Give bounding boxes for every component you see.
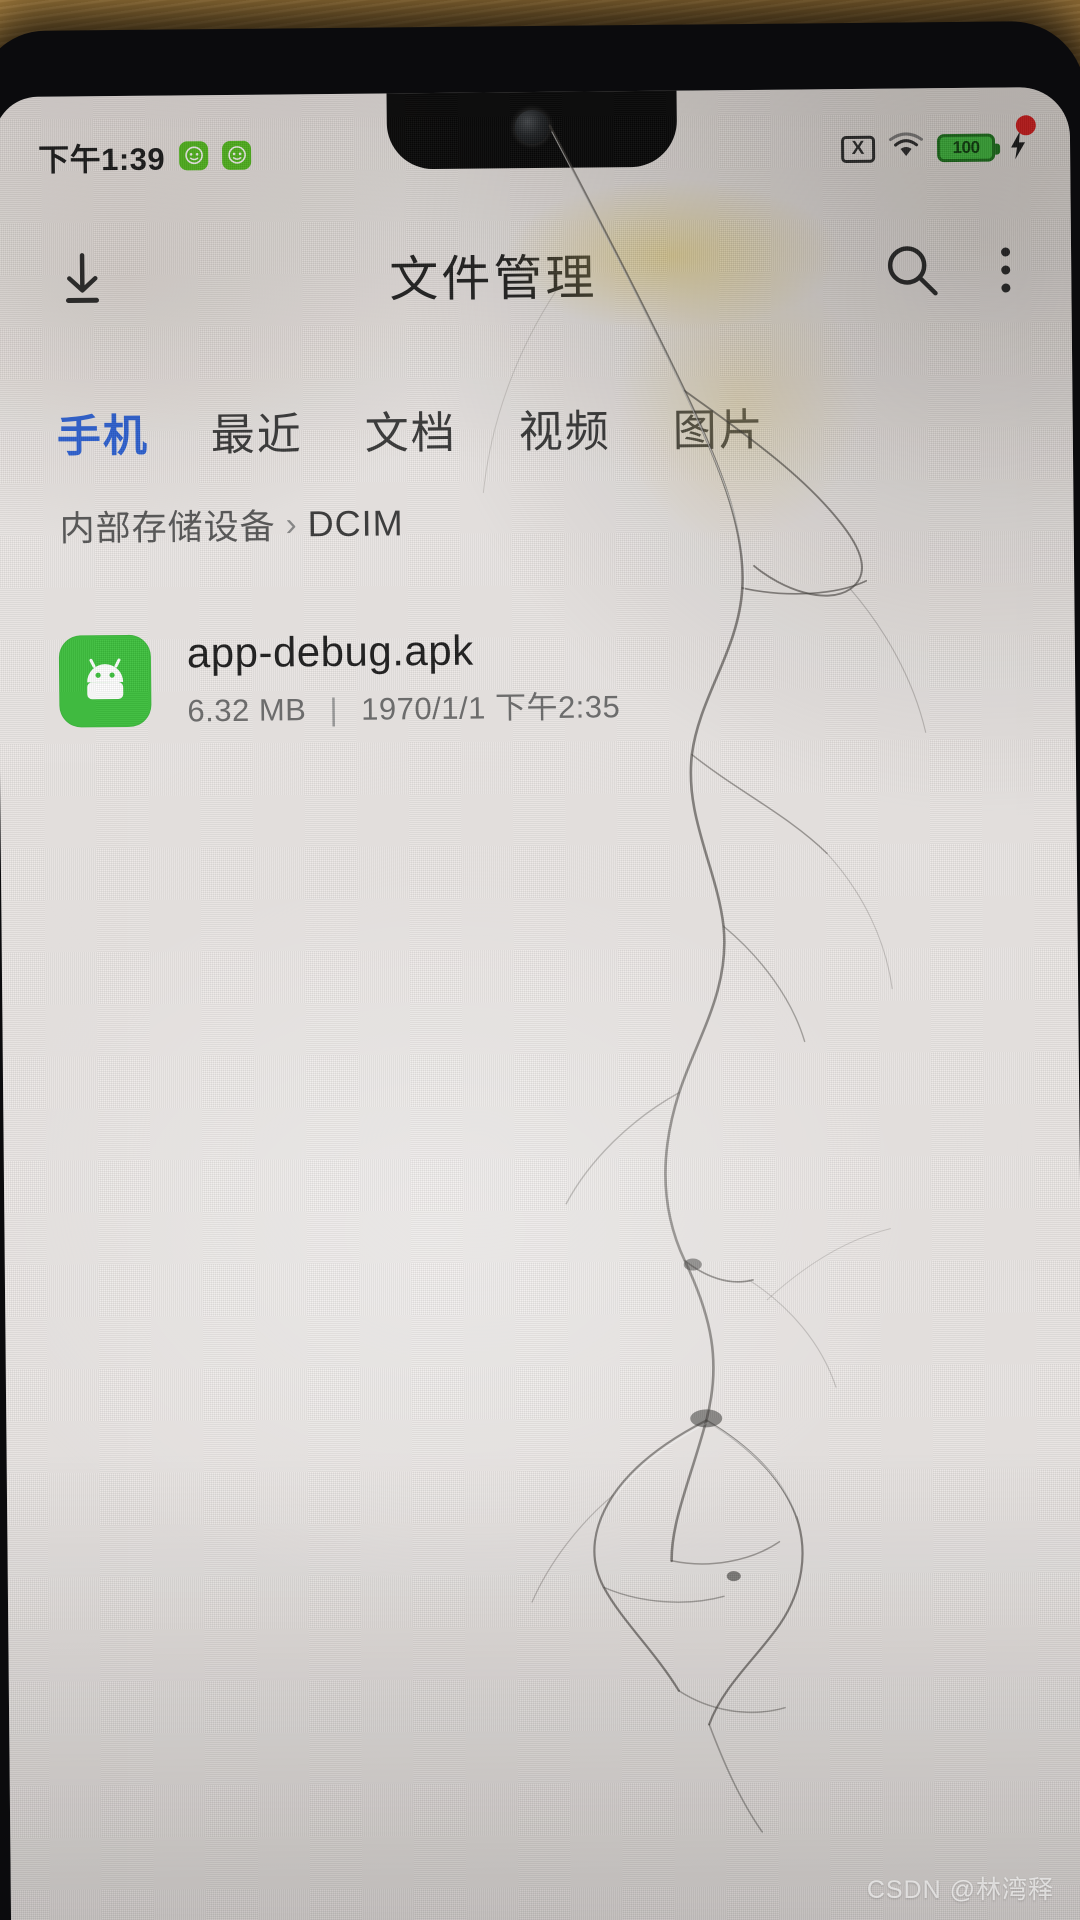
file-date: 1970/1/1 下午2:35 — [361, 689, 621, 727]
app-notification-icon — [179, 140, 209, 170]
battery-percent-label: 100 — [952, 137, 980, 158]
phone-screen: 下午1:39 X 100 文件管理 手机 最近 文档 视频 图片 内部存储设备 … — [0, 86, 1080, 1920]
file-name: app-debug.apk — [186, 626, 474, 677]
status-bar-clock: 下午1:39 — [37, 141, 166, 178]
category-tabs: 手机 最近 文档 视频 图片 — [0, 375, 1073, 481]
tab-phone[interactable]: 手机 — [56, 400, 149, 465]
page-title: 文件管理 — [389, 250, 598, 307]
file-list: app-debug.apk 6.32 MB | 1970/1/1 下午2:35 — [0, 603, 1076, 750]
android-apk-icon — [58, 634, 152, 728]
photograph-of-phone: 下午1:39 X 100 文件管理 手机 最近 文档 视频 图片 内部存储设备 … — [0, 0, 1080, 1920]
more-vertical-icon[interactable] — [983, 234, 1028, 304]
tab-videos[interactable]: 视频 — [518, 395, 611, 460]
breadcrumb-root[interactable]: 内部存储设备 — [59, 499, 276, 552]
list-item[interactable]: app-debug.apk 6.32 MB | 1970/1/1 下午2:35 — [0, 603, 1076, 750]
toolbar-actions — [879, 234, 1028, 305]
watermark: CSDN @林湾释 — [866, 1876, 1054, 1904]
tab-pictures[interactable]: 图片 — [672, 394, 765, 459]
tab-recent[interactable]: 最近 — [210, 398, 303, 463]
file-details: 6.32 MB | 1970/1/1 下午2:35 — [187, 681, 620, 730]
file-manager-app: 下午1:39 X 100 文件管理 手机 最近 文档 视频 图片 内部存储设备 … — [0, 87, 1080, 1920]
tab-documents[interactable]: 文档 — [364, 397, 457, 462]
detail-separator: | — [329, 691, 339, 728]
file-info: app-debug.apk 6.32 MB | 1970/1/1 下午2:35 — [187, 625, 621, 730]
app-notification-icon — [222, 140, 252, 170]
sim-disabled-icon: X — [840, 135, 876, 163]
status-bar-left: 下午1:39 — [37, 132, 252, 179]
status-badge — [1015, 115, 1036, 136]
status-bar-right: X 100 — [840, 130, 1028, 167]
app-toolbar: 文件管理 — [0, 209, 1072, 339]
chevron-right-icon: › — [285, 504, 298, 542]
breadcrumb-current[interactable]: DCIM — [307, 502, 403, 545]
wifi-icon — [888, 131, 924, 165]
file-size: 6.32 MB — [187, 692, 307, 729]
breadcrumb: 内部存储设备 › DCIM — [59, 497, 404, 552]
battery-icon: 100 — [936, 133, 996, 163]
phone-device-body: 下午1:39 X 100 文件管理 手机 最近 文档 视频 图片 内部存储设备 … — [0, 20, 1080, 1920]
front-camera — [514, 109, 550, 145]
search-icon[interactable] — [879, 237, 946, 304]
